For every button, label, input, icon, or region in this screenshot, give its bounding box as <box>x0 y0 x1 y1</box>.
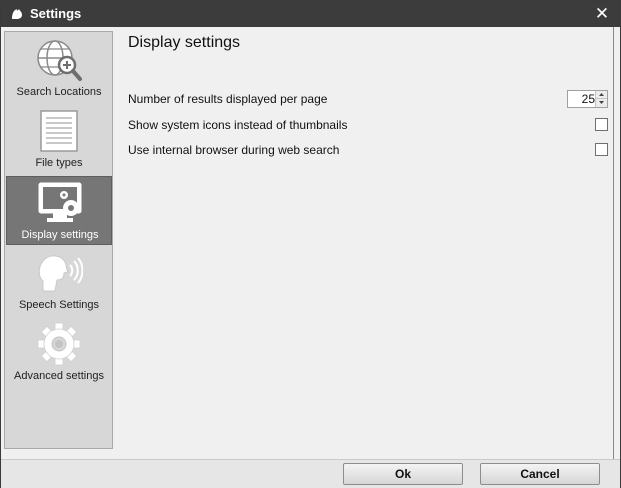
system-icons-checkbox[interactable] <box>595 118 608 131</box>
sidebar-item-label: Speech Settings <box>18 299 100 311</box>
sidebar-item-search-locations[interactable]: Search Locations <box>6 34 112 103</box>
title-bar: Settings ✕ <box>1 1 620 27</box>
close-icon: ✕ <box>594 4 610 23</box>
page-title: Display settings <box>128 34 241 51</box>
sidebar-item-label: Search Locations <box>16 86 102 98</box>
gear-icon <box>37 322 81 366</box>
monitor-gear-icon <box>38 182 82 222</box>
ok-button[interactable]: Ok <box>343 463 463 485</box>
setting-label: Use internal browser during web search <box>128 143 340 157</box>
setting-results-per-page: Number of results displayed per page 25 <box>128 90 608 108</box>
speaking-head-icon <box>38 255 83 292</box>
internal-browser-checkbox[interactable] <box>595 143 608 156</box>
settings-content: Display settings Number of results displ… <box>115 27 613 459</box>
sidebar-item-speech-settings[interactable]: Speech Settings <box>6 247 112 316</box>
setting-system-icons: Show system icons instead of thumbnails <box>128 116 608 134</box>
chevron-down-icon <box>599 101 604 104</box>
sidebar-item-display-settings[interactable]: Display settings <box>6 176 112 245</box>
sidebar-item-advanced-settings[interactable]: Advanced settings <box>6 318 112 387</box>
sidebar-item-label: File types <box>35 157 83 169</box>
spin-down-button[interactable] <box>595 99 607 107</box>
spinner-value[interactable]: 25 <box>568 92 595 106</box>
cancel-button[interactable]: Cancel <box>480 463 600 485</box>
results-per-page-spinner[interactable]: 25 <box>567 90 608 108</box>
settings-sidebar: Search Locations File types Display sett… <box>4 31 113 449</box>
setting-label: Show system icons instead of thumbnails <box>128 118 348 132</box>
document-icon <box>40 110 78 152</box>
dialog-footer: Ok Cancel <box>1 459 620 488</box>
setting-label: Number of results displayed per page <box>128 92 328 106</box>
close-button[interactable]: ✕ <box>592 4 612 24</box>
sidebar-item-label: Display settings <box>21 229 99 241</box>
sidebar-item-file-types[interactable]: File types <box>6 105 112 174</box>
globe-search-icon <box>37 40 82 81</box>
setting-internal-browser: Use internal browser during web search <box>128 141 608 159</box>
app-logo-icon <box>12 9 22 19</box>
window-title: Settings <box>30 6 82 21</box>
spin-up-button[interactable] <box>595 91 607 99</box>
content-divider <box>613 27 614 459</box>
settings-window: Settings ✕ Search Locations File types D… <box>0 0 621 488</box>
chevron-up-icon <box>599 93 604 96</box>
sidebar-item-label: Advanced settings <box>14 370 104 382</box>
